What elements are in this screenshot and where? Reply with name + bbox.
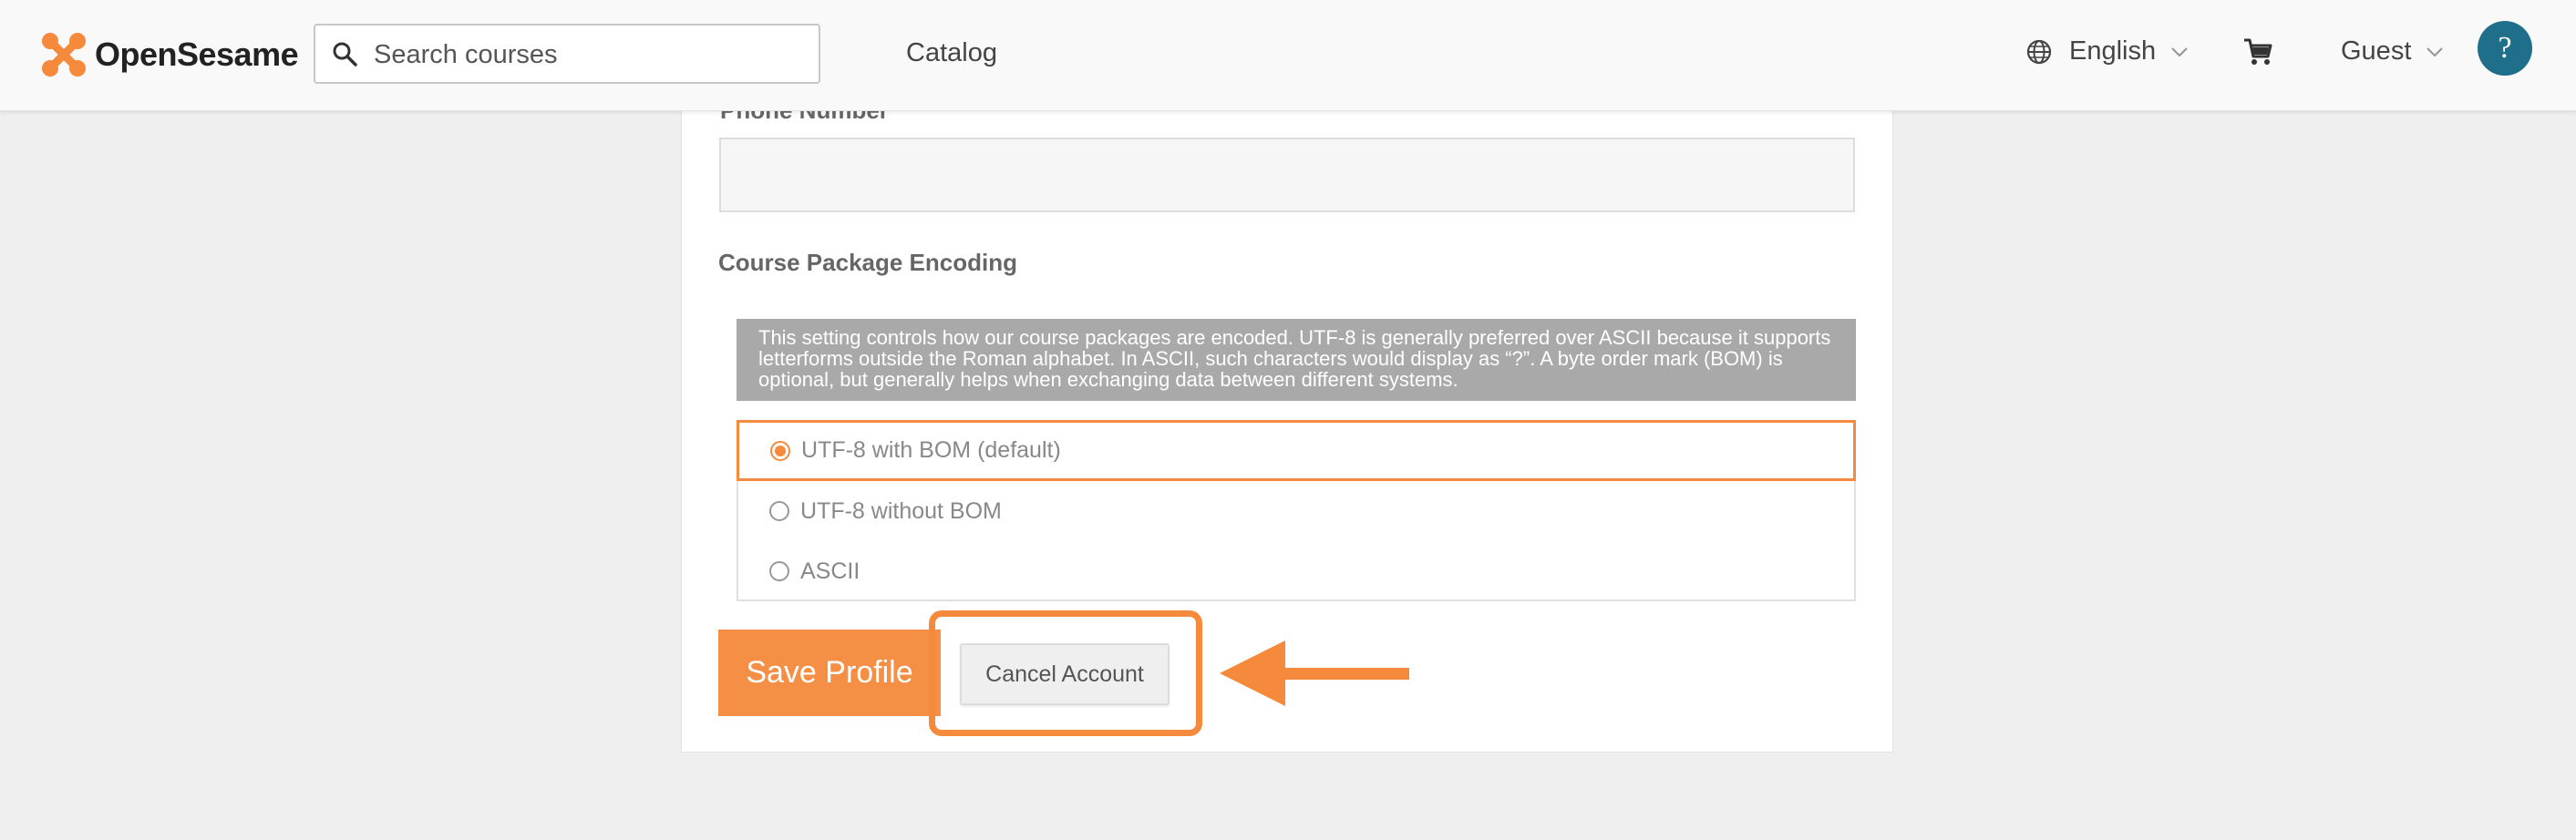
option-label: UTF-8 without BOM [800,497,1002,524]
option-label: UTF-8 with BOM (default) [801,437,1061,463]
search-box[interactable] [314,24,820,84]
language-selector[interactable]: English [2025,36,2189,67]
search-icon [333,42,357,67]
radio-icon[interactable] [769,561,789,581]
cart-icon[interactable] [2242,36,2273,67]
logo[interactable]: OpenSesame [40,31,299,78]
option-ascii[interactable]: ASCII [738,541,1858,601]
radio-icon[interactable] [769,501,789,521]
chevron-down-icon [2427,46,2444,57]
encoding-label: Course Package Encoding [718,249,1017,276]
encoding-options: UTF-8 with BOM (default) UTF-8 without B… [737,420,1856,601]
top-header: OpenSesame Catalog English Guest [0,0,2576,111]
cancel-account-button[interactable]: Cancel Account [960,643,1170,705]
save-profile-button[interactable]: Save Profile [718,630,941,716]
encoding-info-text: This setting controls how our course pac… [737,319,1856,401]
user-label: Guest [2341,36,2412,66]
help-button[interactable]: ? [2478,21,2532,76]
radio-selected-icon[interactable] [770,440,790,461]
globe-icon [2026,39,2052,64]
phone-number-field[interactable] [719,138,1855,212]
arrow-left-icon [1220,640,1409,706]
search-input[interactable] [372,26,804,84]
user-menu[interactable]: Guest [2341,36,2444,67]
option-utf8-no-bom[interactable]: UTF-8 without BOM [738,481,1858,541]
language-label: English [2069,36,2157,66]
option-utf8-bom[interactable]: UTF-8 with BOM (default) [737,420,1856,481]
option-label: ASCII [800,558,860,584]
opensesame-logo-icon [42,33,86,77]
logo-text: OpenSesame [95,36,299,73]
chevron-down-icon [2171,46,2188,57]
nav-catalog-link[interactable]: Catalog [906,38,997,68]
